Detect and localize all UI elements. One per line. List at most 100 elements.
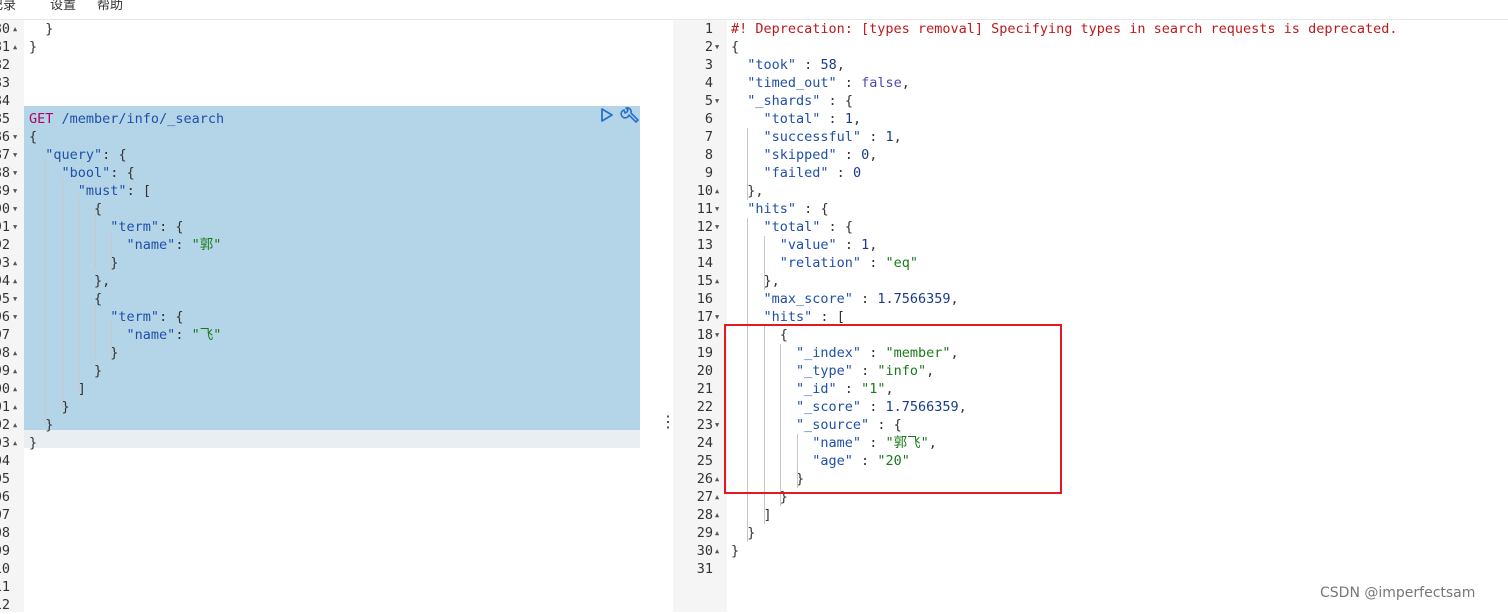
fold-close-icon[interactable]: ▲ bbox=[13, 434, 17, 452]
line-number: 12 bbox=[696, 219, 713, 235]
line-number: 9 bbox=[704, 165, 713, 181]
fold-close-icon[interactable]: ▲ bbox=[13, 272, 17, 290]
fold-open-icon[interactable]: ▼ bbox=[13, 218, 17, 236]
code-text: } bbox=[94, 363, 103, 379]
fold-close-icon[interactable]: ▲ bbox=[13, 398, 17, 416]
indent-guide bbox=[78, 196, 79, 392]
fold-close-icon[interactable]: ▲ bbox=[13, 254, 17, 272]
menu-item-settings[interactable]: 设置 bbox=[50, 0, 76, 13]
menu-item-history[interactable]: 记录 bbox=[0, 0, 16, 13]
line-number: 8 bbox=[704, 147, 713, 163]
code-text: "hits" : { bbox=[747, 201, 829, 217]
fold-close-icon[interactable]: ▲ bbox=[13, 38, 17, 56]
code-text: GET /member/info/_search bbox=[29, 111, 225, 127]
fold-close-icon[interactable]: ▲ bbox=[13, 20, 17, 38]
line-number: 93 bbox=[0, 255, 10, 271]
code-text: } bbox=[731, 543, 740, 559]
line-number: 107 bbox=[0, 507, 10, 523]
line-number: 101 bbox=[0, 399, 10, 415]
line-number: 27 bbox=[696, 489, 713, 505]
wrench-icon[interactable] bbox=[620, 107, 639, 123]
line-number: 87 bbox=[0, 147, 10, 163]
code-text: "term": { bbox=[110, 219, 184, 235]
fold-close-icon[interactable]: ▲ bbox=[13, 344, 17, 362]
line-number: 104 bbox=[0, 453, 10, 469]
code-text: { bbox=[94, 291, 103, 307]
line-number: 98 bbox=[0, 345, 10, 361]
line-number: 5 bbox=[704, 93, 713, 109]
line-number: 89 bbox=[0, 183, 10, 199]
request-actions bbox=[600, 106, 640, 130]
code-text: ] bbox=[763, 507, 772, 523]
indent-guide bbox=[45, 160, 46, 426]
fold-close-icon[interactable]: ▲ bbox=[715, 182, 719, 200]
line-number: 22 bbox=[696, 399, 713, 415]
play-icon[interactable] bbox=[601, 108, 613, 122]
code-text: "term": { bbox=[110, 309, 184, 325]
code-text: } bbox=[45, 417, 54, 433]
line-number: 10 bbox=[696, 183, 713, 199]
fold-open-icon[interactable]: ▼ bbox=[13, 290, 17, 308]
fold-close-icon[interactable]: ▲ bbox=[715, 542, 719, 560]
line-number: 90 bbox=[0, 201, 10, 217]
line-number: 83 bbox=[0, 75, 10, 91]
line-number: 102 bbox=[0, 417, 10, 433]
fold-close-icon[interactable]: ▲ bbox=[13, 416, 17, 434]
line-number: 111 bbox=[0, 579, 10, 595]
line-number: 88 bbox=[0, 165, 10, 181]
line-number: 109 bbox=[0, 543, 10, 559]
line-number: 99 bbox=[0, 363, 10, 379]
indent-guide bbox=[62, 178, 63, 408]
fold-open-icon[interactable]: ▼ bbox=[13, 128, 17, 146]
code-text: "skipped" : 0, bbox=[763, 147, 878, 163]
fold-open-icon[interactable]: ▼ bbox=[13, 164, 17, 182]
line-number: 95 bbox=[0, 291, 10, 307]
request-editor[interactable]: 80▲ }81▲}82838485GET /member/info/_searc… bbox=[0, 20, 656, 613]
fold-open-icon[interactable]: ▼ bbox=[13, 200, 17, 218]
code-text: "took" : 58, bbox=[747, 57, 845, 73]
code-text: } bbox=[61, 399, 70, 415]
fold-open-icon[interactable]: ▼ bbox=[715, 326, 719, 344]
fold-close-icon[interactable]: ▲ bbox=[715, 506, 719, 524]
line-number: 29 bbox=[696, 525, 713, 541]
line-number: 96 bbox=[0, 309, 10, 325]
code-text: "timed_out" : false, bbox=[747, 75, 910, 91]
line-number: 31 bbox=[696, 561, 713, 577]
fold-open-icon[interactable]: ▼ bbox=[715, 218, 719, 236]
indent-guide bbox=[95, 304, 96, 358]
code-text: "query": { bbox=[45, 147, 127, 163]
line-number: 23 bbox=[696, 417, 713, 433]
code-text: } bbox=[110, 255, 119, 271]
fold-close-icon[interactable]: ▲ bbox=[715, 470, 719, 488]
line-number: 7 bbox=[704, 129, 713, 145]
fold-open-icon[interactable]: ▼ bbox=[715, 308, 719, 326]
fold-open-icon[interactable]: ▼ bbox=[715, 416, 719, 434]
code-text: #! Deprecation: [types removal] Specifyi… bbox=[731, 21, 1398, 37]
menu-bar: 记录 设置 帮助 bbox=[0, 0, 1508, 20]
line-number: 4 bbox=[704, 75, 713, 91]
fold-open-icon[interactable]: ▼ bbox=[13, 146, 17, 164]
line-number: 85 bbox=[0, 111, 10, 127]
fold-close-icon[interactable]: ▲ bbox=[13, 362, 17, 380]
fold-open-icon[interactable]: ▼ bbox=[13, 308, 17, 326]
line-number: 105 bbox=[0, 471, 10, 487]
line-number: 14 bbox=[696, 255, 713, 271]
code-text: "must": [ bbox=[77, 183, 151, 199]
code-text: { bbox=[94, 201, 103, 217]
fold-open-icon[interactable]: ▼ bbox=[13, 182, 17, 200]
code-text: "name": "飞" bbox=[126, 327, 222, 343]
code-text: } bbox=[45, 21, 54, 37]
line-number: 103 bbox=[0, 435, 10, 451]
pane-divider[interactable]: ⋮ bbox=[656, 20, 676, 612]
fold-close-icon[interactable]: ▲ bbox=[715, 488, 719, 506]
fold-close-icon[interactable]: ▲ bbox=[13, 380, 17, 398]
fold-close-icon[interactable]: ▲ bbox=[715, 524, 719, 542]
menu-item-help[interactable]: 帮助 bbox=[97, 0, 123, 13]
code-text: } bbox=[29, 435, 38, 451]
line-number: 2 bbox=[704, 39, 713, 55]
fold-open-icon[interactable]: ▼ bbox=[715, 38, 719, 56]
fold-open-icon[interactable]: ▼ bbox=[715, 200, 719, 218]
fold-close-icon[interactable]: ▲ bbox=[715, 272, 719, 290]
line-number: 20 bbox=[696, 363, 713, 379]
fold-open-icon[interactable]: ▼ bbox=[715, 92, 719, 110]
